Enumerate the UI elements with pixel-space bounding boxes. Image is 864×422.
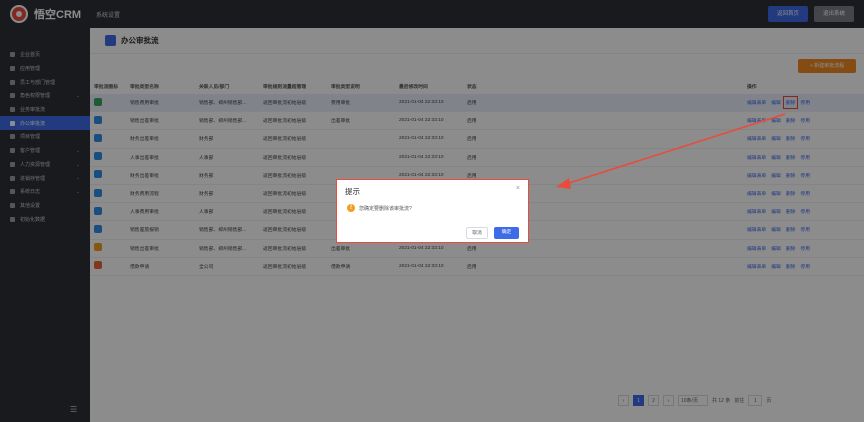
arrow-head: [556, 178, 571, 189]
arrow-line: [565, 113, 786, 185]
cancel-button[interactable]: 取消: [466, 227, 488, 239]
confirm-dialog: 提示 × ! 您确定要删除该审批流? 取消 确定: [336, 179, 529, 243]
warning-icon: !: [347, 204, 355, 212]
confirm-button[interactable]: 确定: [494, 227, 519, 239]
close-icon[interactable]: ×: [516, 185, 520, 192]
dialog-message: 您确定要删除该审批流?: [359, 206, 412, 212]
dialog-title: 提示: [345, 187, 360, 196]
